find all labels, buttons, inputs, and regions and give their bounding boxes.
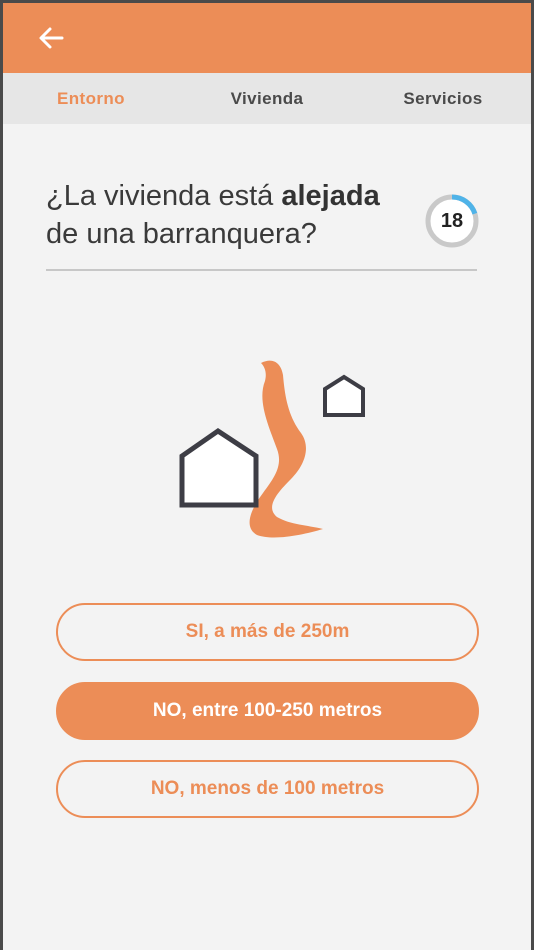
house-small [323, 374, 365, 417]
house-large [179, 427, 259, 508]
tab-entorno[interactable]: Entorno [3, 73, 179, 124]
progress-number: 18 [440, 209, 464, 232]
tab-vivienda[interactable]: Vivienda [179, 73, 355, 124]
divider [46, 269, 477, 271]
tab-servicios[interactable]: Servicios [355, 73, 531, 124]
arrow-left-icon [39, 27, 64, 49]
question-text: ¿La vivienda está alejada de una barranq… [46, 177, 416, 253]
houses-ravine-illustration [179, 360, 365, 538]
app-screen: Entorno Vivienda Servicios ¿La vivienda … [3, 3, 531, 950]
question-emphasis: alejada [281, 180, 380, 212]
app-bar [3, 3, 531, 73]
question-progress-indicator: 18 [424, 193, 480, 249]
question-prefix: ¿La vivienda está [46, 180, 282, 212]
question-suffix: de una barranquera? [46, 218, 317, 250]
option-no-menos-100m[interactable]: NO, menos de 100 metros [56, 760, 479, 818]
ravine-shape [249, 360, 323, 538]
option-si-mas-250m[interactable]: SI, a más de 250m [56, 603, 479, 661]
back-button[interactable] [31, 21, 71, 55]
tab-bar: Entorno Vivienda Servicios [3, 73, 531, 124]
illustration [173, 355, 373, 545]
option-no-100-250m[interactable]: NO, entre 100-250 metros [56, 682, 479, 740]
